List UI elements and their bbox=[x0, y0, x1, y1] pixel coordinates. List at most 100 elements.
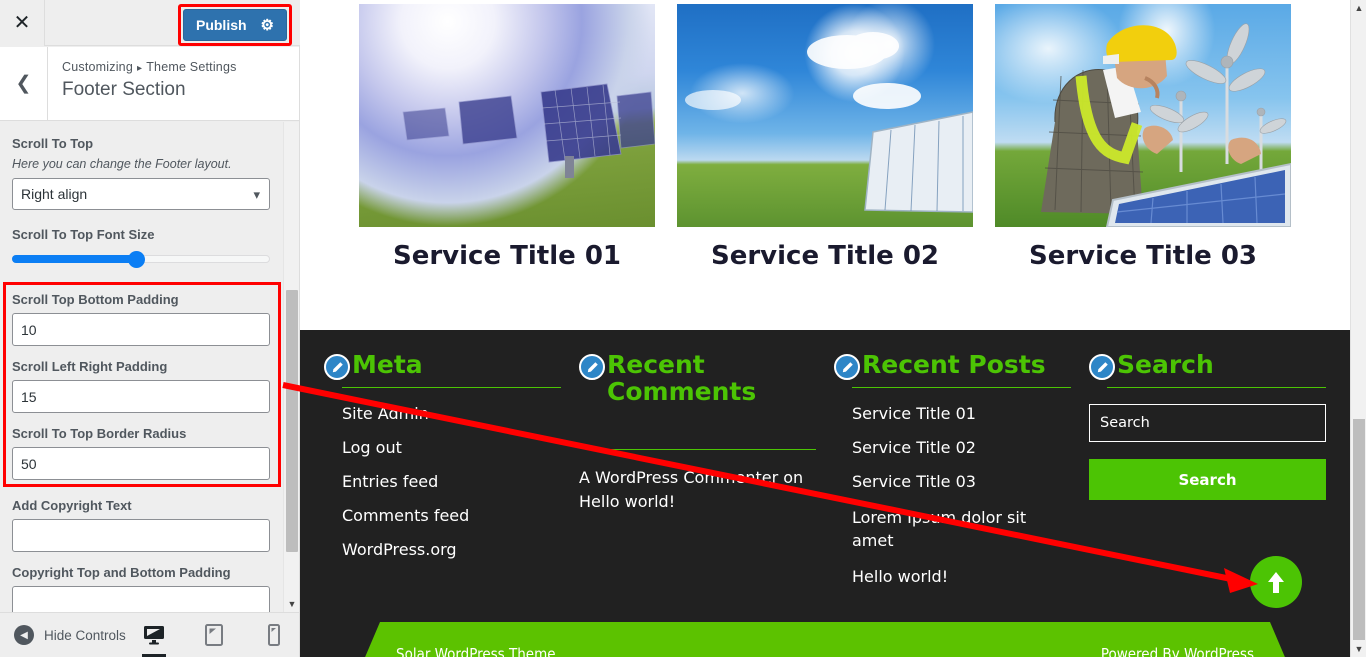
service-card[interactable]: Service Title 01 bbox=[359, 4, 655, 330]
slider-fill bbox=[12, 255, 136, 263]
worker-installing-solar-panel-image bbox=[995, 4, 1291, 227]
control-label: Scroll Left Right Padding bbox=[12, 359, 168, 374]
control-scroll-top-bottom-padding: Scroll Top Bottom Padding bbox=[0, 270, 299, 346]
list-item[interactable]: Site Admin bbox=[342, 404, 561, 423]
panel-title-bar: ❮ Customizing ▸ Theme Settings Footer Sect… bbox=[0, 47, 299, 121]
widget-recent-posts: Recent Posts Service Title 01 Service Ti… bbox=[834, 350, 1071, 610]
service-card[interactable]: Service Title 02 bbox=[677, 4, 973, 330]
control-label: Scroll To Top bbox=[12, 136, 94, 151]
service-title: Service Title 02 bbox=[711, 241, 939, 271]
list-item[interactable]: Service Title 01 bbox=[852, 404, 1071, 423]
scroll-to-top-button[interactable] bbox=[1250, 556, 1302, 608]
widget-divider bbox=[1107, 387, 1326, 388]
page-title: Footer Section bbox=[62, 79, 186, 100]
scroll-top-bottom-padding-input[interactable] bbox=[12, 313, 270, 346]
widget-title: Search bbox=[1117, 350, 1214, 379]
copyright-top-bottom-padding-input[interactable] bbox=[12, 586, 270, 612]
breadcrumb: Customizing ▸ Theme Settings bbox=[62, 60, 237, 74]
footer-widget-area: Meta Site Admin Log out Entries feed Com… bbox=[300, 330, 1350, 610]
scroll-up-arrow-icon[interactable]: ▲ bbox=[1351, 0, 1366, 16]
widget-header: Recent Comments bbox=[579, 350, 816, 406]
widget-header: Search bbox=[1089, 350, 1326, 380]
control-label: Scroll To Top Border Radius bbox=[12, 426, 187, 441]
widget-divider bbox=[597, 449, 816, 450]
control-scroll-to-top-font-size: Scroll To Top Font Size bbox=[0, 210, 299, 270]
services-section: Service Title 01 Service Title 02 Servic… bbox=[300, 0, 1350, 330]
controls-list: Scroll To Top Here you can change the Fo… bbox=[0, 122, 299, 612]
breadcrumb-root[interactable]: Customizing bbox=[62, 60, 133, 74]
gear-icon[interactable]: ⚙ bbox=[261, 18, 274, 33]
breadcrumb-separator: ▸ bbox=[136, 63, 143, 74]
add-copyright-text-input[interactable] bbox=[12, 519, 270, 552]
pencil-edit-icon[interactable] bbox=[579, 354, 605, 380]
list-item[interactable]: Lorem Ipsum dolor sit amet bbox=[852, 506, 1071, 552]
widget-title: Meta bbox=[352, 350, 423, 379]
desktop-icon[interactable] bbox=[139, 613, 169, 657]
control-scroll-to-top-border-radius: Scroll To Top Border Radius bbox=[0, 413, 299, 480]
slider-thumb[interactable] bbox=[127, 250, 145, 268]
preview-scrollbar-thumb[interactable] bbox=[1353, 419, 1365, 640]
sidebar-scrollbar-thumb[interactable] bbox=[286, 290, 298, 552]
preview-scrollbar[interactable]: ▲ ▼ bbox=[1350, 0, 1366, 657]
list-item[interactable]: WordPress.org bbox=[342, 540, 561, 559]
control-label: Scroll To Top Font Size bbox=[12, 227, 155, 242]
list-item[interactable]: Entries feed bbox=[342, 472, 561, 491]
recent-posts-list: Service Title 01 Service Title 02 Servic… bbox=[834, 404, 1071, 586]
hide-controls-button[interactable]: ◀ Hide Controls bbox=[0, 625, 126, 645]
font-size-slider[interactable] bbox=[12, 248, 270, 270]
list-item[interactable]: Service Title 02 bbox=[852, 438, 1071, 457]
widget-divider bbox=[852, 387, 1071, 388]
scroll-down-arrow-icon[interactable]: ▼ bbox=[1351, 641, 1366, 657]
copyright-left-text: Solar WordPress Theme bbox=[396, 644, 556, 657]
list-item[interactable]: Service Title 03 bbox=[852, 472, 1071, 491]
control-description: Here you can change the Footer layout. bbox=[12, 157, 232, 171]
control-add-copyright-text: Add Copyright Text bbox=[0, 480, 299, 552]
recent-comment-entry[interactable]: A WordPress Commenter on Hello world! bbox=[579, 466, 816, 514]
widget-header: Recent Posts bbox=[834, 350, 1071, 380]
search-input[interactable] bbox=[1089, 404, 1326, 442]
widget-title: Recent Posts bbox=[862, 350, 1046, 379]
widget-title: Recent Comments bbox=[607, 350, 757, 406]
device-preview-buttons bbox=[139, 613, 289, 657]
pencil-edit-icon[interactable] bbox=[324, 354, 350, 380]
control-scroll-to-top: Scroll To Top Here you can change the Fo… bbox=[0, 122, 299, 210]
control-label: Add Copyright Text bbox=[12, 498, 132, 513]
list-item[interactable]: Comments feed bbox=[342, 506, 561, 525]
scroll-down-arrow-icon[interactable]: ▼ bbox=[284, 596, 300, 612]
publish-button-label: Publish bbox=[195, 17, 247, 33]
solar-panels-field-image bbox=[359, 4, 655, 227]
widget-meta: Meta Site Admin Log out Entries feed Com… bbox=[324, 350, 561, 610]
scroll-to-top-align-select[interactable]: Right align bbox=[12, 178, 270, 210]
search-button[interactable]: Search bbox=[1089, 459, 1326, 500]
widget-divider bbox=[342, 387, 561, 388]
breadcrumb-parent[interactable]: Theme Settings bbox=[146, 60, 236, 74]
publish-highlight-box: Publish ⚙ bbox=[177, 4, 292, 46]
copyright-right-text[interactable]: Powered By WordPress bbox=[1101, 645, 1254, 657]
list-item[interactable]: Log out bbox=[342, 438, 561, 457]
pencil-edit-icon[interactable] bbox=[1089, 354, 1115, 380]
copyright-bar: Solar WordPress Theme Powered By WordPre… bbox=[360, 622, 1290, 657]
scroll-left-right-padding-input[interactable] bbox=[12, 380, 270, 413]
meta-links-list: Site Admin Log out Entries feed Comments… bbox=[324, 404, 561, 559]
sidebar-footer-bar: ◀ Hide Controls bbox=[0, 612, 299, 657]
hide-controls-label: Hide Controls bbox=[44, 627, 126, 643]
sidebar-header: ✕ Publish ⚙ bbox=[0, 0, 300, 46]
pencil-edit-icon[interactable] bbox=[834, 354, 860, 380]
control-label: Scroll Top Bottom Padding bbox=[12, 292, 179, 307]
scroll-to-top-border-radius-input[interactable] bbox=[12, 447, 270, 480]
solar-panel-blue-sky-image bbox=[677, 4, 973, 227]
tablet-icon[interactable] bbox=[199, 613, 229, 657]
close-icon[interactable]: ✕ bbox=[0, 0, 45, 46]
list-item[interactable]: Hello world! bbox=[852, 567, 1071, 586]
site-preview: Service Title 01 Service Title 02 Servic… bbox=[300, 0, 1366, 657]
widget-recent-comments: Recent Comments A WordPress Commenter on… bbox=[579, 350, 816, 610]
service-title: Service Title 01 bbox=[393, 241, 621, 271]
arrow-up-icon bbox=[1268, 572, 1284, 593]
sidebar-scrollbar[interactable]: ▼ bbox=[283, 122, 299, 612]
publish-button[interactable]: Publish ⚙ bbox=[182, 9, 287, 41]
service-title: Service Title 03 bbox=[1029, 241, 1257, 271]
back-button[interactable]: ❮ bbox=[0, 47, 48, 120]
service-card[interactable]: Service Title 03 bbox=[995, 4, 1291, 330]
mobile-icon[interactable] bbox=[259, 613, 289, 657]
select-wrapper: Right align ▾ bbox=[12, 178, 270, 210]
